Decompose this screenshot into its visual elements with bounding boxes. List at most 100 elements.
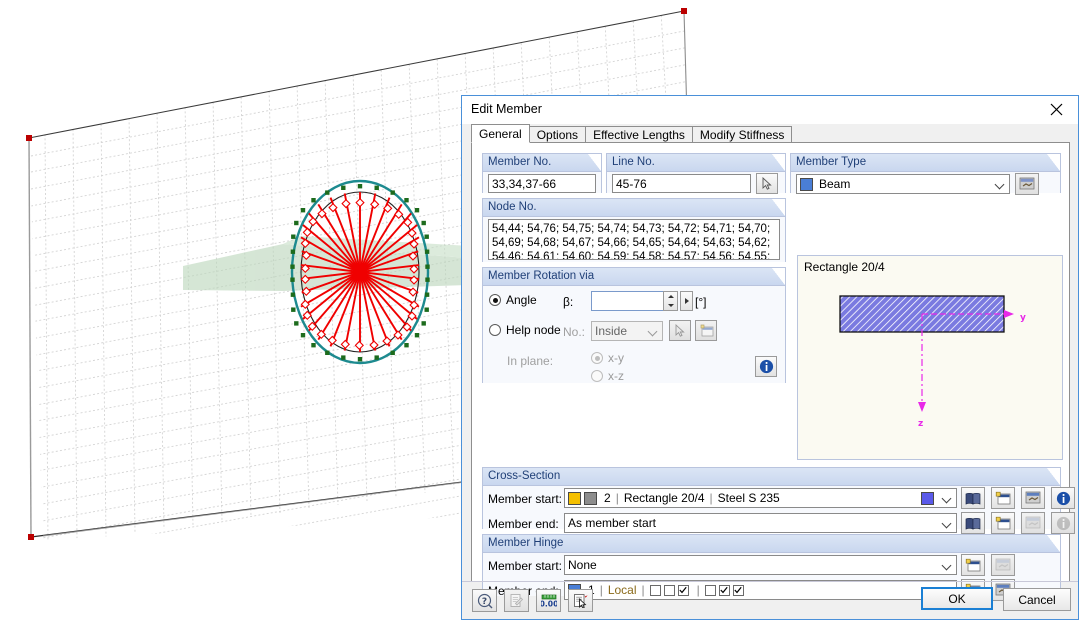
ok-button[interactable]: OK: [921, 587, 993, 610]
radio-angle[interactable]: Angle: [489, 293, 537, 307]
cancel-button[interactable]: Cancel: [1003, 588, 1071, 611]
chevron-down-icon[interactable]: [943, 489, 952, 507]
member-type-combo[interactable]: Beam: [796, 174, 1010, 194]
tab-effective-lengths[interactable]: Effective Lengths: [585, 126, 693, 143]
header-corner: [1047, 468, 1060, 485]
new-window-icon[interactable]: [961, 554, 985, 576]
line-no-input[interactable]: [612, 174, 751, 193]
chevron-down-icon[interactable]: [943, 556, 952, 574]
cross-section-preview: Rectangle 20/4 y z: [797, 255, 1063, 460]
cs-color-swatch-secondary: [584, 491, 597, 505]
cs-material: Steel S 235: [717, 491, 780, 505]
radio-dot: [489, 294, 501, 306]
preview-axis-z-label: z: [918, 419, 923, 429]
group-node-no: Node No. 54,44; 54,76; 54,75; 54,74; 54,…: [482, 198, 786, 262]
cs-color-swatch-primary: [568, 491, 581, 505]
help-node-no-label: No.:: [563, 325, 586, 339]
group-member-type: Member Type Beam: [790, 153, 1061, 195]
units-icon[interactable]: 0.00: [536, 589, 561, 612]
header-corner: [1047, 154, 1060, 171]
member-hinge-start-combo[interactable]: None: [564, 555, 957, 575]
radio-plane-xz[interactable]: x-z: [591, 369, 624, 383]
new-section-icon[interactable]: [991, 512, 1015, 534]
library-icon[interactable]: [961, 512, 985, 534]
spinner-down-icon[interactable]: [664, 301, 677, 310]
member-type-color-swatch: [800, 177, 813, 191]
group-line-no: Line No.: [606, 153, 786, 194]
edit-member-dialog: Edit Member General Options Effective Le…: [461, 95, 1079, 620]
hinge-start-label: Member start:: [488, 559, 563, 573]
group-cross-section: Cross-Section Member start: 2 | Rectangl…: [482, 467, 1075, 534]
help-node-value: Inside: [595, 324, 628, 338]
hinge-start-value: None: [568, 558, 597, 572]
radio-dot: [591, 352, 603, 364]
help-icon[interactable]: ?: [472, 589, 497, 612]
tab-strip: General Options Effective Lengths Modify…: [471, 124, 793, 143]
node-no-textarea[interactable]: 54,44; 54,76; 54,75; 54,74; 54,73; 54,72…: [488, 219, 780, 260]
radio-plane-xy-label: x-y: [608, 351, 624, 365]
spinner-buttons[interactable]: [663, 291, 678, 311]
new-section-icon[interactable]: [991, 487, 1015, 509]
divider: |: [615, 491, 619, 505]
dialog-footer: ? 0.00 OK Cancel: [462, 581, 1078, 619]
radio-plane-xy[interactable]: x-y: [591, 351, 624, 365]
cross-section-end-combo[interactable]: As member start: [564, 513, 957, 533]
group-member-no: Member No.: [482, 153, 602, 193]
beta-label: β:: [563, 295, 574, 309]
group-header: Member No.: [483, 154, 601, 172]
svg-text:?: ?: [481, 597, 486, 607]
beta-unit-label: [°]: [695, 295, 707, 309]
in-plane-label: In plane:: [507, 354, 554, 368]
svg-text:0.00: 0.00: [541, 599, 557, 608]
edit-window-icon[interactable]: [991, 554, 1015, 576]
header-corner: [588, 154, 601, 171]
cs-end-color-swatch: [921, 492, 934, 505]
info-icon[interactable]: [755, 356, 777, 377]
radio-angle-label: Angle: [506, 293, 537, 307]
group-header: Cross-Section: [483, 468, 1060, 486]
corner-node: [28, 534, 34, 540]
library-icon[interactable]: [961, 487, 985, 509]
edit-window-icon[interactable]: [1021, 487, 1045, 509]
tab-general[interactable]: General: [471, 124, 530, 143]
header-corner: [772, 268, 785, 285]
group-member-rotation: Member Rotation via Angle β: [°] Help no…: [482, 267, 786, 383]
cs-end-value: As member start: [568, 516, 657, 530]
cs-name: Rectangle 20/4: [623, 491, 705, 505]
group-header: Member Hinge: [483, 535, 1060, 553]
corner-node: [681, 8, 687, 14]
close-icon[interactable]: [1034, 96, 1078, 123]
pick-cursor-icon[interactable]: [756, 173, 778, 194]
divider: |: [709, 491, 713, 505]
radio-help-node[interactable]: Help node: [489, 323, 561, 337]
header-corner: [772, 199, 785, 216]
new-window-icon[interactable]: [695, 320, 717, 341]
spinner-more-icon[interactable]: [680, 291, 693, 311]
chevron-down-icon[interactable]: [996, 175, 1005, 193]
cs-start-label: Member start:: [488, 492, 563, 506]
group-header: Member Type: [791, 154, 1060, 172]
notes-icon[interactable]: [504, 589, 529, 612]
cross-section-start-combo[interactable]: 2 | Rectangle 20/4 | Steel S 235: [564, 488, 957, 508]
help-node-combo[interactable]: Inside: [591, 321, 663, 341]
group-header: Member Rotation via: [483, 268, 785, 286]
beta-spinner[interactable]: [591, 291, 693, 311]
beta-input[interactable]: [591, 291, 663, 311]
tab-options[interactable]: Options: [528, 126, 587, 143]
tab-modify-stiffness[interactable]: Modify Stiffness: [691, 126, 793, 143]
radio-help-node-label: Help node: [506, 323, 561, 337]
edit-window-icon[interactable]: [1015, 173, 1039, 195]
dialog-title: Edit Member: [471, 102, 542, 116]
info-icon[interactable]: [1051, 487, 1075, 509]
group-header: Line No.: [607, 154, 785, 172]
edit-window-icon[interactable]: [1021, 512, 1045, 534]
spinner-up-icon[interactable]: [664, 292, 677, 301]
radio-dot: [489, 324, 501, 336]
preview-axis-y-label: y: [1020, 313, 1026, 323]
chevron-down-icon[interactable]: [943, 514, 952, 532]
info-icon[interactable]: [1051, 512, 1075, 534]
pick-cursor-icon[interactable]: [669, 320, 691, 341]
select-doc-icon[interactable]: [568, 589, 593, 612]
member-no-input[interactable]: [488, 174, 596, 193]
chevron-down-icon[interactable]: [649, 322, 658, 340]
